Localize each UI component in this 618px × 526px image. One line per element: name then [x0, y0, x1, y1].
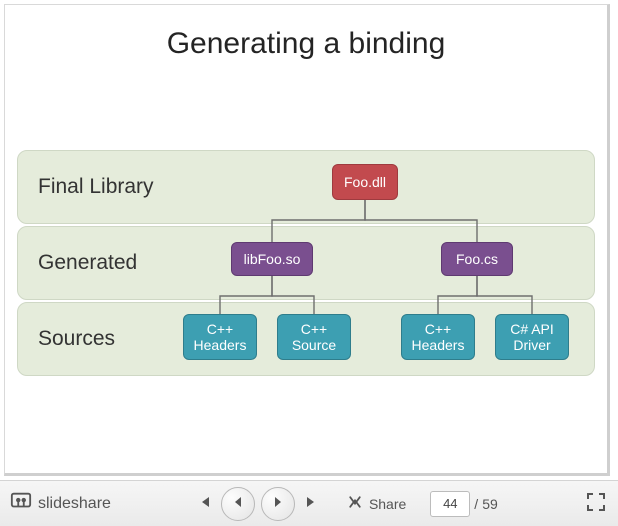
- node-cpp-headers-1: C++Headers: [183, 314, 257, 360]
- brand[interactable]: slideshare: [10, 490, 111, 517]
- page-separator: /: [474, 496, 478, 512]
- node-cpp-source: C++Source: [277, 314, 351, 360]
- slide-area: Generating a binding Final Library Gener…: [0, 0, 618, 480]
- slide-title: Generating a binding: [5, 27, 607, 61]
- page-total: 59: [482, 496, 498, 512]
- share-icon: [345, 494, 365, 513]
- fullscreen-icon: [586, 492, 606, 515]
- page-indicator: / 59: [430, 491, 497, 517]
- diagram-nodes: Foo.dll libFoo.so Foo.cs C++Headers C++S…: [17, 150, 595, 380]
- skip-last-icon: [305, 495, 319, 512]
- brand-label: slideshare: [38, 495, 111, 513]
- fullscreen-button[interactable]: [584, 492, 608, 516]
- last-slide-button[interactable]: [301, 493, 323, 515]
- node-foo-cs: Foo.cs: [441, 242, 513, 276]
- skip-first-icon: [197, 495, 211, 512]
- node-libfoo-so: libFoo.so: [231, 242, 313, 276]
- chevron-right-icon: [271, 495, 285, 512]
- first-slide-button[interactable]: [193, 493, 215, 515]
- slideshare-logo-icon: [10, 490, 32, 517]
- slideshare-viewer: Generating a binding Final Library Gener…: [0, 0, 618, 526]
- chevron-left-icon: [231, 495, 245, 512]
- prev-slide-button[interactable]: [221, 487, 255, 521]
- share-label: Share: [369, 496, 406, 512]
- player-toolbar: slideshare: [0, 480, 618, 526]
- next-slide-button[interactable]: [261, 487, 295, 521]
- node-csharp-driver: C# APIDriver: [495, 314, 569, 360]
- share-button[interactable]: Share: [345, 494, 406, 513]
- node-cpp-headers-2: C++Headers: [401, 314, 475, 360]
- node-foo-dll: Foo.dll: [332, 164, 398, 200]
- slide-frame[interactable]: Generating a binding Final Library Gener…: [4, 4, 610, 476]
- nav-controls: [193, 487, 323, 521]
- page-current-input[interactable]: [430, 491, 470, 517]
